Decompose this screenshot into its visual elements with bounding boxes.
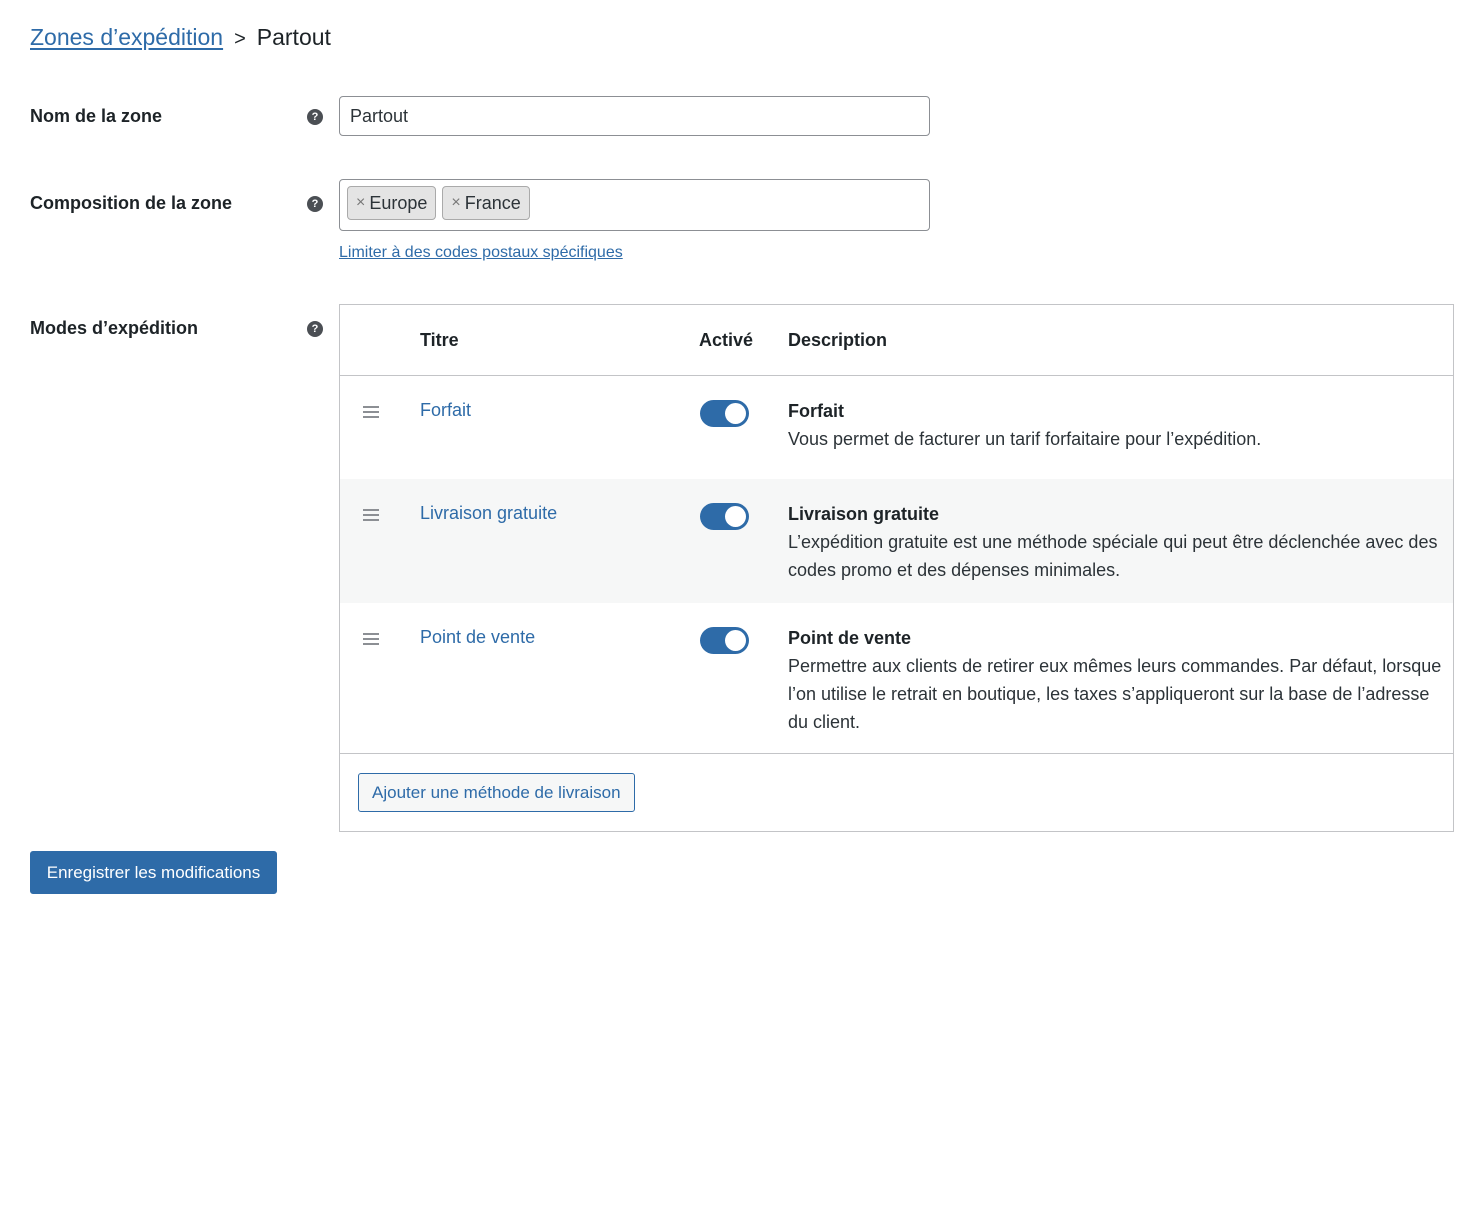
question-circle-icon[interactable]: ?: [307, 196, 323, 212]
method-description-text: L’expédition gratuite est une méthode sp…: [788, 532, 1438, 580]
method-description-title: Point de vente: [788, 628, 912, 648]
drag-handle-icon[interactable]: [363, 406, 379, 421]
zone-regions-label: Composition de la zone: [30, 193, 233, 213]
table-header: Titre Activé Description: [340, 305, 1453, 376]
table-row: Forfait Forfait Vous permet de facturer …: [340, 376, 1453, 479]
zone-name-input[interactable]: [339, 96, 930, 136]
table-row: Point de vente Point de vente Permettre …: [340, 603, 1453, 753]
remove-token-icon[interactable]: ×: [451, 194, 460, 212]
add-shipping-method-button[interactable]: Ajouter une méthode de livraison: [358, 773, 635, 812]
drag-handle-icon[interactable]: [363, 633, 379, 648]
shipping-methods-label: Modes d’expédition: [30, 318, 199, 338]
table-row: Livraison gratuite Livraison gratuite L’…: [340, 479, 1453, 603]
limit-postcodes-link[interactable]: Limiter à des codes postaux spécifiques: [339, 244, 623, 262]
column-enabled-header: Activé: [699, 330, 754, 350]
method-title-link[interactable]: Forfait: [420, 400, 471, 421]
method-title-link[interactable]: Point de vente: [420, 627, 535, 648]
drag-handle-icon[interactable]: [363, 509, 379, 524]
method-enabled-toggle[interactable]: [700, 503, 749, 530]
question-circle-icon[interactable]: ?: [307, 109, 323, 125]
method-enabled-toggle[interactable]: [700, 400, 749, 427]
breadcrumb-zones-link[interactable]: Zones d’expédition: [30, 24, 223, 51]
zone-name-label: Nom de la zone: [30, 106, 163, 126]
region-token-label: France: [464, 192, 521, 213]
question-circle-icon[interactable]: ?: [307, 321, 323, 337]
method-description-text: Vous permet de facturer un tarif forfait…: [788, 429, 1262, 449]
region-token: × France: [442, 186, 530, 220]
method-description: Livraison gratuite L’expédition gratuite…: [788, 500, 1438, 584]
breadcrumb: Zones d’expédition > Partout: [30, 24, 331, 51]
region-token-label: Europe: [369, 192, 428, 213]
zone-regions-select[interactable]: × Europe × France: [339, 179, 930, 231]
shipping-methods-table: Titre Activé Description Forfait Forfait…: [339, 304, 1454, 832]
method-description-text: Permettre aux clients de retirer eux mêm…: [788, 656, 1442, 732]
breadcrumb-separator: >: [234, 28, 246, 50]
breadcrumb-current: Partout: [256, 24, 331, 50]
method-enabled-toggle[interactable]: [700, 627, 749, 654]
method-description-title: Forfait: [788, 401, 844, 421]
column-title-header: Titre: [420, 330, 459, 350]
region-token: × Europe: [347, 186, 437, 220]
method-title-link[interactable]: Livraison gratuite: [420, 503, 557, 524]
method-description-title: Livraison gratuite: [788, 504, 940, 524]
save-changes-button[interactable]: Enregistrer les modifications: [30, 851, 277, 894]
method-description: Point de vente Permettre aux clients de …: [788, 624, 1448, 736]
column-description-header: Description: [788, 330, 888, 350]
table-footer: Ajouter une méthode de livraison: [340, 753, 1453, 832]
method-description: Forfait Vous permet de facturer un tarif…: [788, 397, 1438, 453]
remove-token-icon[interactable]: ×: [356, 194, 365, 212]
